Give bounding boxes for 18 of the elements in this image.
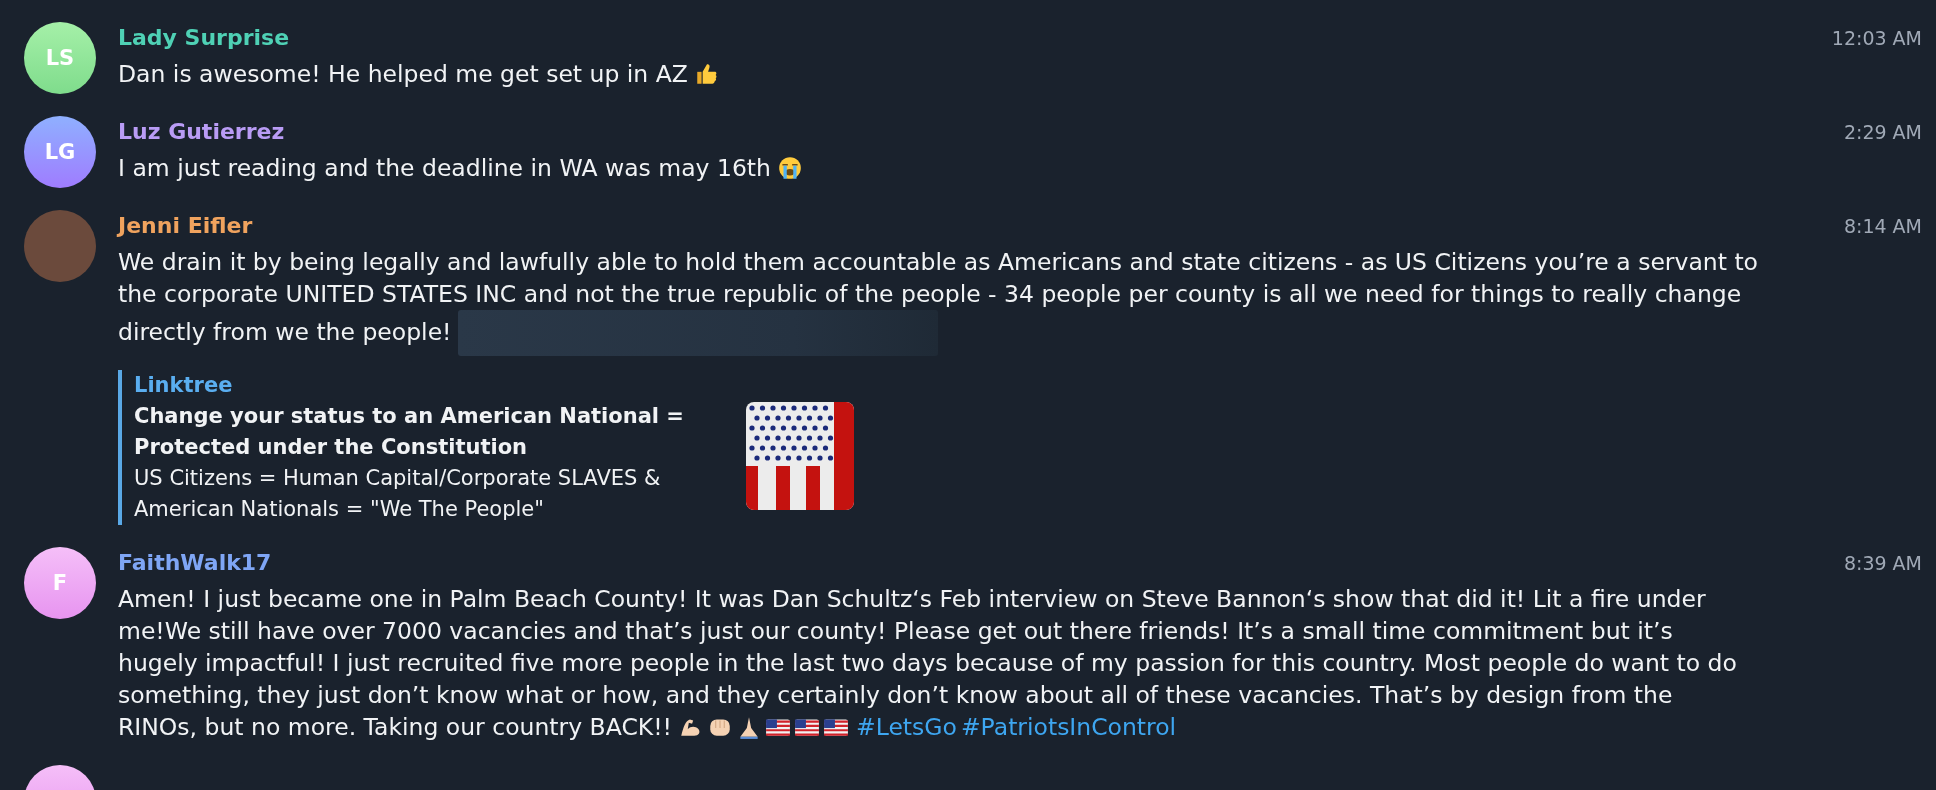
preview-site-name: Linktree: [134, 372, 234, 399]
message-time: 2:29 AM: [1843, 121, 1922, 143]
sender-name[interactable]: Jenni Eifler: [118, 210, 253, 242]
message-time: 8:39 AM: [1843, 552, 1922, 574]
preview-title: Change your status to an American National = Protected under the Constitution: [134, 403, 685, 461]
link-preview[interactable]: Linktree Change your status to an American National = Protected under the Constitution US Citizens = Human Capital/Corporate SLAVES & American Nationals = "We The People": [118, 370, 854, 525]
message-time: 12:03 AM: [1831, 27, 1922, 49]
message-text: I am just reading and the deadline in WA was may 16th: [118, 152, 1758, 184]
preview-description: US Citizens = Human Capital/Corporate SLAVES & American Nationals = "We The People": [134, 465, 662, 523]
message-time: 8:14 AM: [1843, 215, 1922, 237]
message-text: Amen! I just became one in Palm Beach County! It was Dan Schultz‘s Feb interview on Steve Bannon‘s show that did it! Lit a fire under me!We still have over 7000 vacancies and that’s just our county! Please get out there friends! It’s a small time commitment but it’s hugely impactful! I just recruited five more people in the last two days because of my passion for this country. Most people do want to do something, they just don’t know what or how, and they certainly don’t know about all of these vacancies. That’s by design from the RINOs, but no more. Taking our country BACK!! #LetsGo #PatriotsInControl: [118, 584, 1738, 743]
message-text: We drain it by being legally and lawfully able to hold them accountable as Americans and state citizens - as US Citizens you’re a servant to the corporate UNITED STATES INC and not the true republic of the people - 34 people per county is all we need for things to really change directly from we the people!: [118, 246, 1758, 356]
hashtag-link[interactable]: #PatriotsInControl: [960, 713, 1177, 741]
sender-name[interactable]: FaithWalk17: [118, 547, 272, 579]
sender-name[interactable]: Lady Surprise: [118, 22, 290, 54]
sender-name[interactable]: Luz Gutierrez: [118, 116, 285, 148]
message-text: Dan is awesome! He helped me get set up in AZ: [118, 58, 1758, 90]
hashtag-link[interactable]: #LetsGo: [856, 713, 957, 741]
